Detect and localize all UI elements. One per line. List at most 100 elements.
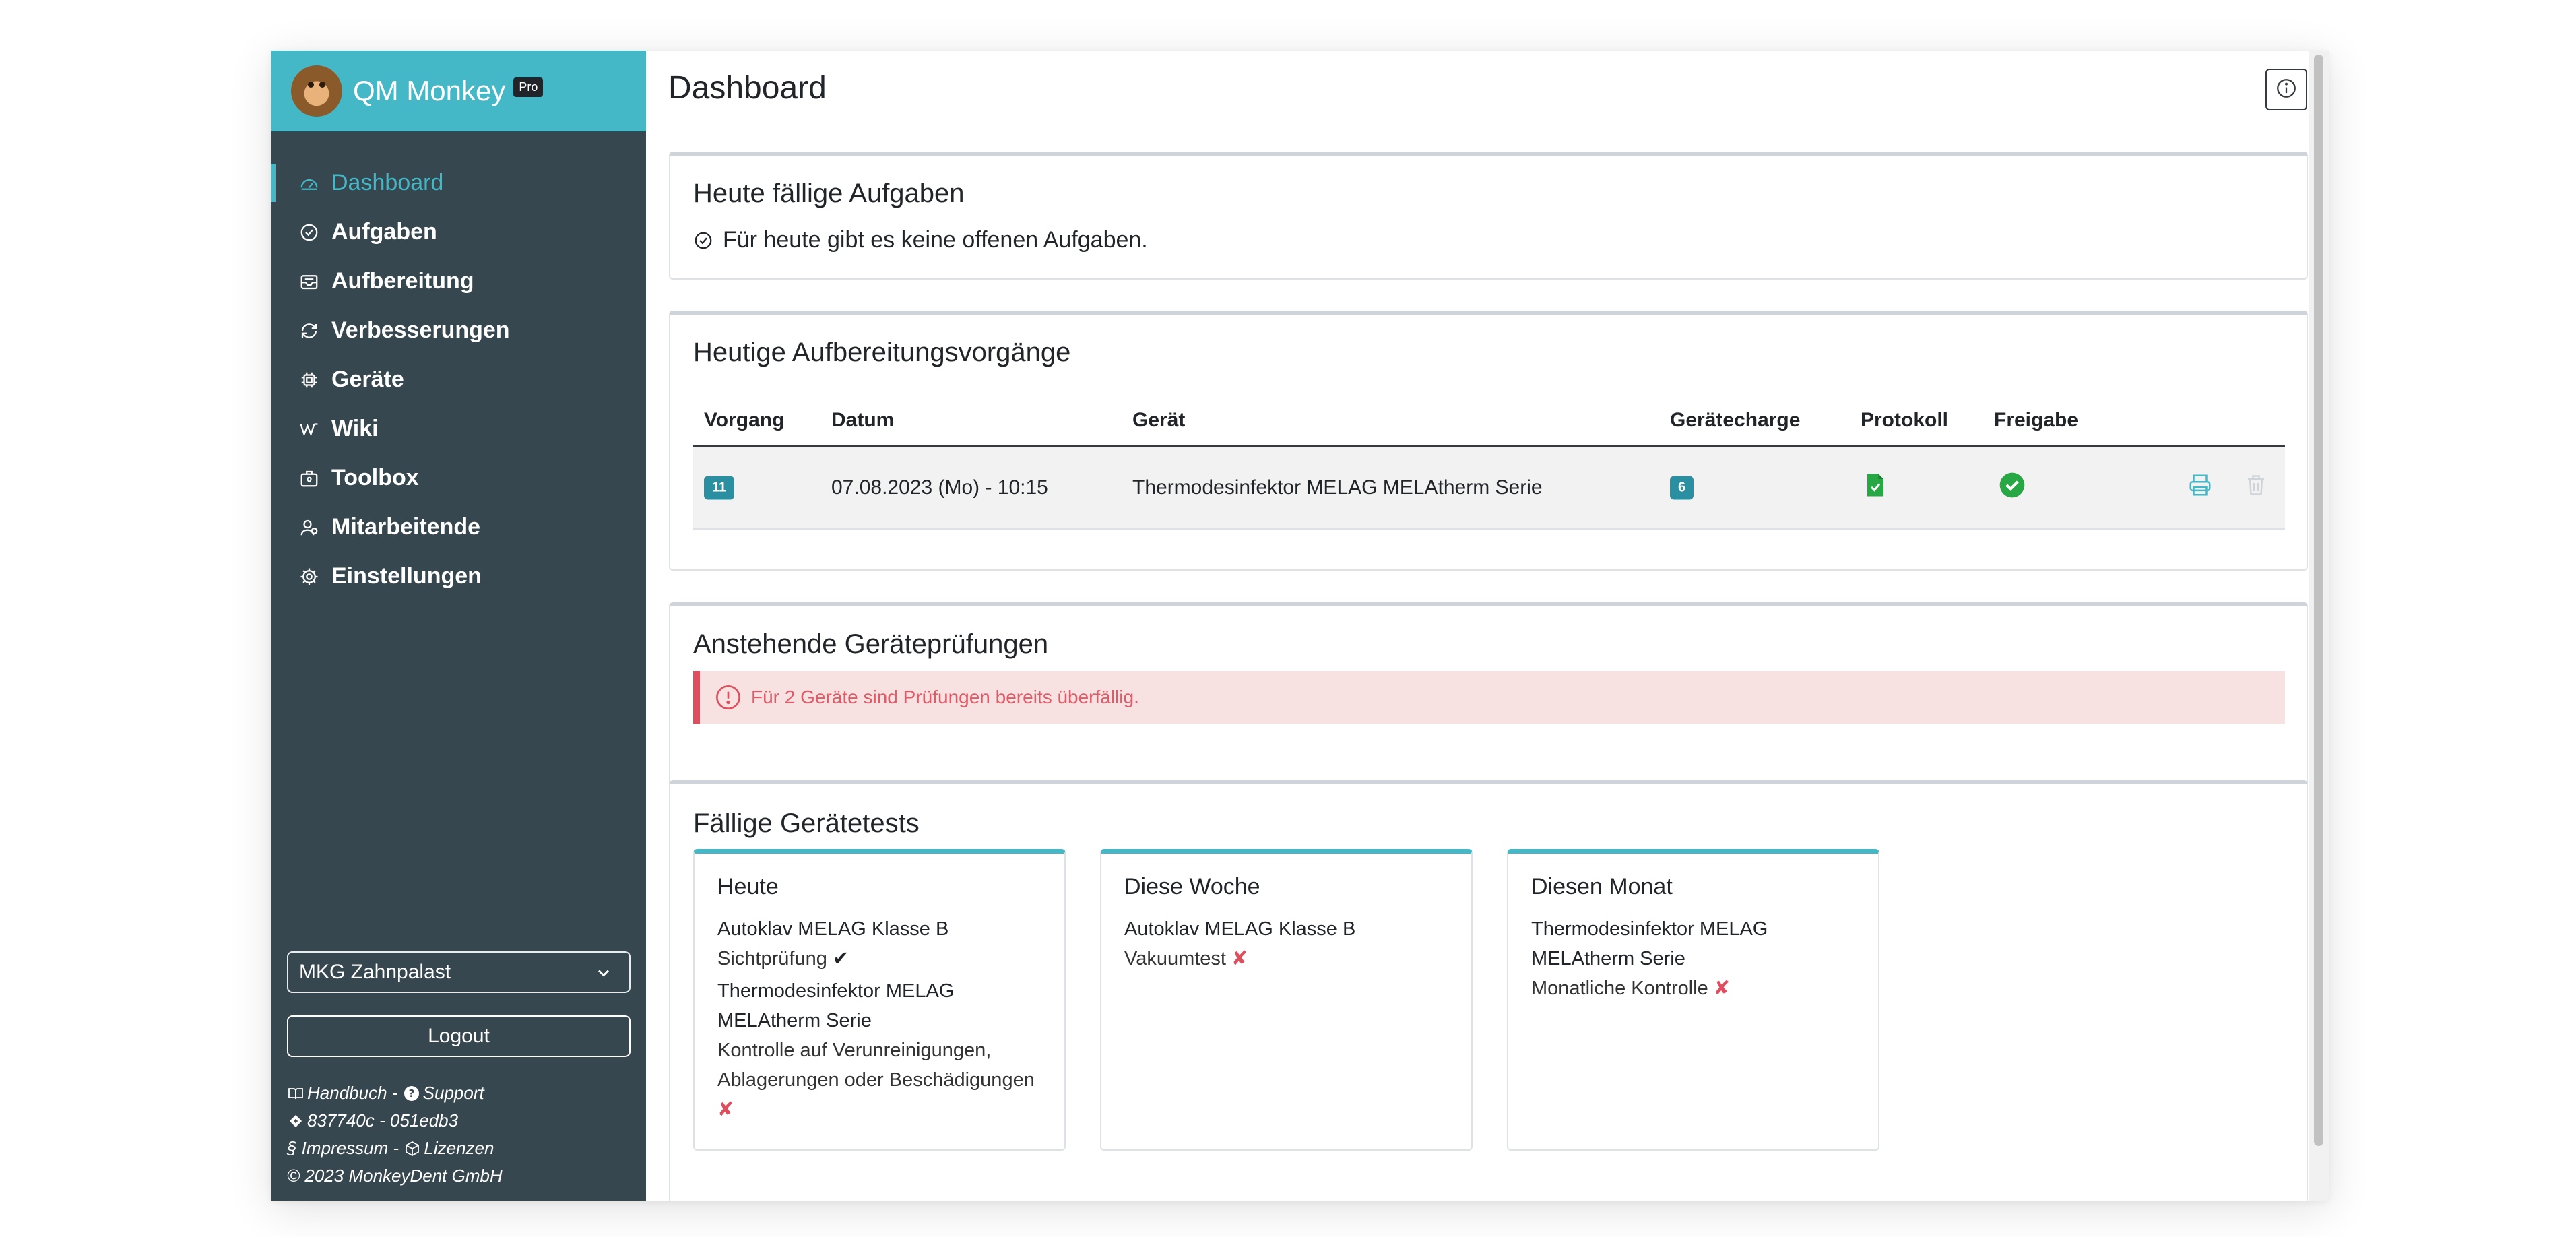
vorgang-badge[interactable]: 11 bbox=[704, 476, 735, 500]
nav-label: Dashboard bbox=[331, 170, 444, 195]
support-link[interactable]: Support bbox=[423, 1079, 484, 1107]
device-tests-title: Fällige Gerätetests bbox=[693, 808, 920, 838]
impressum-link[interactable]: § Impressum - bbox=[287, 1135, 404, 1162]
test-open-x-icon: ✘ bbox=[717, 1099, 734, 1120]
tests-today-title: Heute bbox=[717, 874, 779, 899]
tasks-empty-message: Für heute gibt es keine offenen Aufgaben… bbox=[693, 227, 1148, 253]
tests-week-card: Diese Woche Autoklav MELAG Klasse B Vaku… bbox=[1100, 849, 1473, 1151]
nav-item-geraete[interactable]: Geräte bbox=[271, 355, 646, 404]
handbuch-link[interactable]: Handbuch bbox=[307, 1079, 387, 1107]
tests-month-title: Diesen Monat bbox=[1531, 874, 1673, 899]
inbox-icon bbox=[299, 272, 319, 292]
overdue-alert: Für 2 Geräte sind Prüfungen bereits über… bbox=[693, 671, 2285, 724]
sidebar: QM Monkey Pro Dashboard Aufgaben Aufbere… bbox=[271, 51, 646, 1201]
main-content: Dashboard Heute fällige Aufgaben Für heu… bbox=[646, 51, 2329, 1201]
processes-title: Heutige Aufbereitungsvorgänge bbox=[693, 338, 1071, 367]
test-device: Thermodesinfektor MELAG MELAtherm Serie bbox=[717, 980, 955, 1032]
processes-card: Heutige Aufbereitungsvorgänge Vorgang Da… bbox=[669, 311, 2308, 571]
test-item[interactable]: Kontrolle auf Verunreinigungen, Ablageru… bbox=[717, 1036, 1048, 1124]
nav-label: Mitarbeitende bbox=[331, 514, 481, 540]
footer-version-row: 837740c - 051edb3 bbox=[287, 1107, 503, 1135]
col-geraet[interactable]: Gerät bbox=[1132, 409, 1185, 432]
tests-week-list: Autoklav MELAG Klasse B Vakuumtest ✘ bbox=[1124, 914, 1454, 974]
dashboard-icon bbox=[299, 173, 319, 193]
test-open-x-icon: ✘ bbox=[1231, 948, 1248, 970]
trash-icon[interactable] bbox=[2244, 473, 2268, 503]
app-window: QM Monkey Pro Dashboard Aufgaben Aufbere… bbox=[271, 51, 2329, 1201]
col-datum[interactable]: Datum bbox=[831, 409, 894, 432]
monkey-logo-icon bbox=[291, 65, 342, 117]
test-device: Autoklav MELAG Klasse B bbox=[717, 918, 949, 940]
col-freigabe[interactable]: Freigabe bbox=[1994, 409, 2078, 432]
test-name: Sichtprüfung bbox=[717, 948, 827, 970]
site-select[interactable]: MKG Zahnpalast bbox=[287, 951, 631, 993]
row-datum: 07.08.2023 (Mo) - 10:15 bbox=[831, 476, 1048, 499]
nav-item-verbesserungen[interactable]: Verbesserungen bbox=[271, 306, 646, 355]
wiki-icon bbox=[299, 419, 319, 439]
test-name: Kontrolle auf Verunreinigungen, Ablageru… bbox=[717, 1040, 1035, 1091]
book-icon bbox=[287, 1085, 304, 1102]
brand-name: QM Monkey bbox=[353, 75, 506, 106]
nav-label: Aufbereitung bbox=[331, 268, 474, 294]
test-item[interactable]: Monatliche Kontrolle ✘ bbox=[1531, 974, 1861, 1003]
package-icon bbox=[404, 1140, 421, 1157]
table-row[interactable]: 11 07.08.2023 (Mo) - 10:15 Thermodesinfe… bbox=[693, 447, 2285, 530]
footer-copyright-row: © 2023 MonkeyDent GmbH bbox=[287, 1162, 503, 1190]
tests-today-card: Heute Autoklav MELAG Klasse B Sichtprüfu… bbox=[693, 849, 1066, 1151]
test-item[interactable]: Sichtprüfung ✔ bbox=[717, 944, 1048, 974]
nav-label: Aufgaben bbox=[331, 219, 437, 245]
charge-badge[interactable]: 6 bbox=[1670, 476, 1694, 500]
git-diamond-icon bbox=[287, 1112, 304, 1130]
info-button[interactable] bbox=[2265, 69, 2307, 110]
nav-item-aufbereitung[interactable]: Aufbereitung bbox=[271, 257, 646, 306]
test-device: Autoklav MELAG Klasse B bbox=[1124, 918, 1356, 940]
nav-label: Wiki bbox=[331, 416, 379, 441]
tasks-card: Heute fällige Aufgaben Für heute gibt es… bbox=[669, 152, 2308, 280]
scrollbar-thumb[interactable] bbox=[2314, 55, 2323, 1146]
nav-item-dashboard[interactable]: Dashboard bbox=[271, 158, 646, 208]
print-icon[interactable] bbox=[2187, 472, 2213, 503]
nav-label: Geräte bbox=[331, 367, 404, 392]
pro-badge: Pro bbox=[513, 77, 544, 97]
nav-item-mitarbeitende[interactable]: Mitarbeitende bbox=[271, 503, 646, 552]
col-vorgang[interactable]: Vorgang bbox=[704, 409, 784, 432]
site-select-value: MKG Zahnpalast bbox=[299, 961, 451, 983]
test-done-check-icon: ✔ bbox=[832, 948, 849, 970]
row-geraet: Thermodesinfektor MELAG MELAtherm Serie bbox=[1132, 476, 1543, 499]
chevron-down-icon bbox=[594, 963, 613, 988]
logout-button[interactable]: Logout bbox=[287, 1015, 631, 1057]
tests-today-list: Autoklav MELAG Klasse B Sichtprüfung ✔ T… bbox=[717, 914, 1048, 1124]
test-open-x-icon: ✘ bbox=[1713, 978, 1731, 999]
nav-item-aufgaben[interactable]: Aufgaben bbox=[271, 208, 646, 257]
nav-item-einstellungen[interactable]: Einstellungen bbox=[271, 552, 646, 601]
tasks-title: Heute fällige Aufgaben bbox=[693, 179, 965, 208]
check-circle-icon bbox=[299, 222, 319, 243]
test-name: Monatliche Kontrolle bbox=[1531, 978, 1708, 999]
nav-item-toolbox[interactable]: Toolbox bbox=[271, 453, 646, 503]
footer-legal-row: § Impressum - Lizenzen bbox=[287, 1135, 503, 1162]
main-nav: Dashboard Aufgaben Aufbereitung Verbesse… bbox=[271, 131, 646, 601]
tasks-message-text: Für heute gibt es keine offenen Aufgaben… bbox=[723, 227, 1148, 253]
version-text: 837740c - 051edb3 bbox=[307, 1110, 459, 1131]
protocol-file-icon[interactable] bbox=[1865, 473, 1886, 503]
col-geraetecharge[interactable]: Gerätecharge bbox=[1670, 409, 1800, 432]
footer-links-row: Handbuch - ? Support bbox=[287, 1079, 503, 1107]
tests-month-card: Diesen Monat Thermodesinfektor MELAG MEL… bbox=[1507, 849, 1879, 1151]
test-item[interactable]: Vakuumtest ✘ bbox=[1124, 944, 1454, 974]
main-scrollbar[interactable] bbox=[2309, 51, 2329, 1201]
copyright-text: © 2023 MonkeyDent GmbH bbox=[287, 1166, 503, 1186]
inspections-title: Anstehende Geräteprüfungen bbox=[693, 629, 1049, 659]
test-name: Vakuumtest bbox=[1124, 948, 1226, 970]
sidebar-footer: Handbuch - ? Support 837740c - 051edb3 §… bbox=[287, 1079, 503, 1190]
footer-separator: - bbox=[387, 1083, 403, 1103]
brand-header[interactable]: QM Monkey Pro bbox=[271, 51, 646, 131]
svg-text:?: ? bbox=[408, 1087, 414, 1100]
col-protokoll[interactable]: Protokoll bbox=[1861, 409, 1948, 432]
toolbox-icon bbox=[299, 468, 319, 488]
lizenzen-link[interactable]: Lizenzen bbox=[424, 1135, 494, 1162]
nav-item-wiki[interactable]: Wiki bbox=[271, 404, 646, 453]
users-icon bbox=[299, 517, 319, 538]
alert-circle-icon bbox=[715, 684, 742, 711]
tests-week-title: Diese Woche bbox=[1124, 874, 1260, 899]
nav-label: Verbesserungen bbox=[331, 317, 510, 343]
